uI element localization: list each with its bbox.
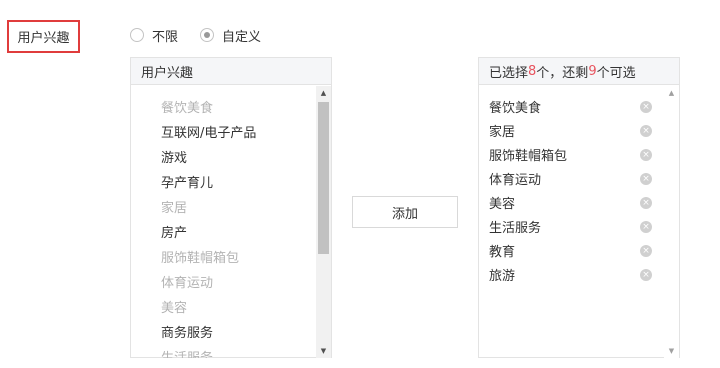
add-button[interactable]: 添加 <box>352 196 458 228</box>
field-label: 用户兴趣 <box>7 20 80 53</box>
selected-interests-list: 餐饮美食 × 家居 × 服饰鞋帽箱包 × 体育运动 × 美容 × 生活服务 × 教育 × 旅游 × <box>479 86 665 358</box>
selected-interest-item: 服饰鞋帽箱包 × <box>489 145 652 164</box>
scroll-thumb[interactable] <box>318 102 329 254</box>
interest-option[interactable]: 互联网/电子产品 <box>161 122 256 141</box>
selected-panel-header: 已选择 8 个，还剩 9 个可选 <box>479 58 679 85</box>
selected-interest-label: 家居 <box>489 125 516 140</box>
radio-label-custom: 自定义 <box>222 29 262 45</box>
interest-option[interactable]: 孕产育儿 <box>161 172 213 191</box>
selected-scrollbar[interactable]: ▲ ▼ <box>664 86 679 358</box>
remove-icon[interactable]: × <box>640 244 652 257</box>
selected-interest-label: 教育 <box>489 245 516 260</box>
selected-count: 8 <box>528 63 537 79</box>
interest-option: 体育运动 <box>161 276 214 291</box>
radio-button-custom[interactable] <box>200 28 215 42</box>
interest-option: 服饰鞋帽箱包 <box>161 251 240 266</box>
selected-interest-item: 旅游 × <box>489 265 652 284</box>
radio-label-unlimited: 不限 <box>152 29 179 45</box>
selected-interest-item: 生活服务 × <box>489 217 652 236</box>
interest-radio-group: 不限 自定义 <box>130 26 283 45</box>
interest-options-list: 餐饮美食互联网/电子产品游戏孕产育儿家居房产服饰鞋帽箱包体育运动美容商务服务生活… <box>131 86 317 358</box>
interest-option[interactable]: 房产 <box>161 222 187 241</box>
selected-header-middle: 个，还剩 <box>536 65 589 81</box>
scroll-up-arrow-icon[interactable]: ▲ <box>664 86 679 100</box>
interest-option: 美容 <box>161 301 188 316</box>
selected-interest-label: 体育运动 <box>489 173 542 188</box>
selected-header-prefix: 已选择 <box>489 65 529 81</box>
options-scrollbar[interactable]: ▲ ▼ <box>316 86 331 358</box>
interest-option[interactable]: 游戏 <box>161 147 187 166</box>
selected-interest-item: 家居 × <box>489 121 652 140</box>
selected-interest-item: 餐饮美食 × <box>489 97 652 116</box>
remove-icon[interactable]: × <box>640 172 652 185</box>
selected-interest-item: 体育运动 × <box>489 169 652 188</box>
selected-interest-label: 生活服务 <box>489 221 542 236</box>
remove-icon[interactable]: × <box>640 124 652 137</box>
interest-option: 家居 <box>161 201 188 216</box>
remove-icon[interactable]: × <box>640 100 652 113</box>
interest-option: 餐饮美食 <box>161 101 214 116</box>
selected-interest-item: 教育 × <box>489 241 652 260</box>
remaining-count: 9 <box>588 63 597 79</box>
scroll-down-arrow-icon[interactable]: ▼ <box>316 344 331 358</box>
options-panel-title: 用户兴趣 <box>131 58 331 85</box>
radio-option-custom[interactable]: 自定义 <box>200 26 261 45</box>
interest-options-panel: 用户兴趣 餐饮美食互联网/电子产品 游戏孕产育儿家居房产服饰鞋帽箱包 体育运动美容商… <box>130 57 332 358</box>
radio-option-unlimited[interactable]: 不限 <box>130 26 178 45</box>
remove-icon[interactable]: × <box>640 148 652 161</box>
selected-interest-label: 旅游 <box>489 269 516 284</box>
selected-interests-panel: 已选择 8 个，还剩 9 个可选 餐饮美食 × 家居 × 服饰鞋帽箱包 × 体育运动 × 美容 × 生活服务… <box>478 57 680 358</box>
remove-icon[interactable]: × <box>640 268 652 281</box>
selected-header-suffix: 个可选 <box>596 65 636 81</box>
interest-option[interactable]: 商务服务 <box>161 322 213 341</box>
radio-button-unlimited[interactable] <box>130 28 144 42</box>
scroll-down-arrow-icon[interactable]: ▼ <box>664 344 679 358</box>
selected-interest-item: 美容 × <box>489 193 652 212</box>
scroll-up-arrow-icon[interactable]: ▲ <box>316 86 331 100</box>
interest-option: 生活服务 <box>161 347 213 358</box>
remove-icon[interactable]: × <box>640 196 652 209</box>
selected-interest-label: 美容 <box>489 197 516 212</box>
remove-icon[interactable]: × <box>640 220 652 233</box>
selected-interest-label: 服饰鞋帽箱包 <box>489 149 568 164</box>
selected-interest-label: 餐饮美食 <box>489 101 542 116</box>
